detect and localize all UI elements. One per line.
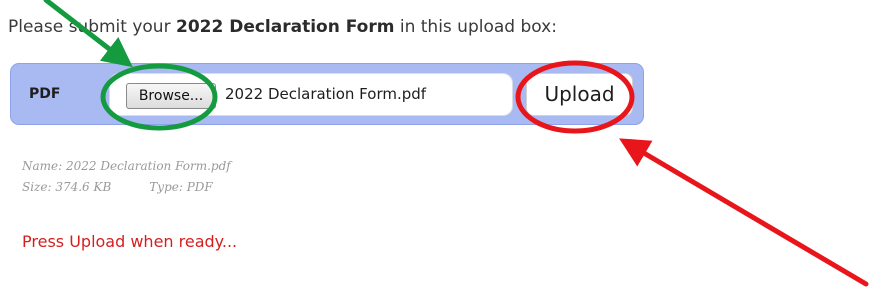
upload-instruction: Please submit your 2022 Declaration Form… bbox=[8, 17, 557, 37]
file-info-type: Type: PDF bbox=[149, 180, 213, 194]
instruction-prefix: Please submit your bbox=[8, 17, 176, 37]
file-info-meta: Size: 374.6 KB Type: PDF bbox=[22, 177, 231, 198]
upload-box: PDF Browse... 2022 Declaration Form.pdf … bbox=[10, 63, 644, 125]
file-input-field[interactable]: Browse... 2022 Declaration Form.pdf bbox=[109, 73, 513, 116]
file-info: Name: 2022 Declaration Form.pdf Size: 37… bbox=[22, 156, 231, 198]
upload-button[interactable]: Upload bbox=[526, 73, 633, 116]
browse-button[interactable]: Browse... bbox=[126, 83, 216, 109]
file-type-label: PDF bbox=[29, 86, 61, 102]
status-message: Press Upload when ready... bbox=[22, 232, 238, 251]
instruction-suffix: in this upload box: bbox=[394, 17, 557, 37]
selected-file-name: 2022 Declaration Form.pdf bbox=[225, 85, 427, 103]
file-info-size: Size: 374.6 KB bbox=[22, 180, 112, 194]
file-info-name: Name: 2022 Declaration Form.pdf bbox=[22, 159, 231, 173]
red-arrow-icon bbox=[619, 138, 869, 287]
instruction-form-name: 2022 Declaration Form bbox=[175, 17, 395, 37]
